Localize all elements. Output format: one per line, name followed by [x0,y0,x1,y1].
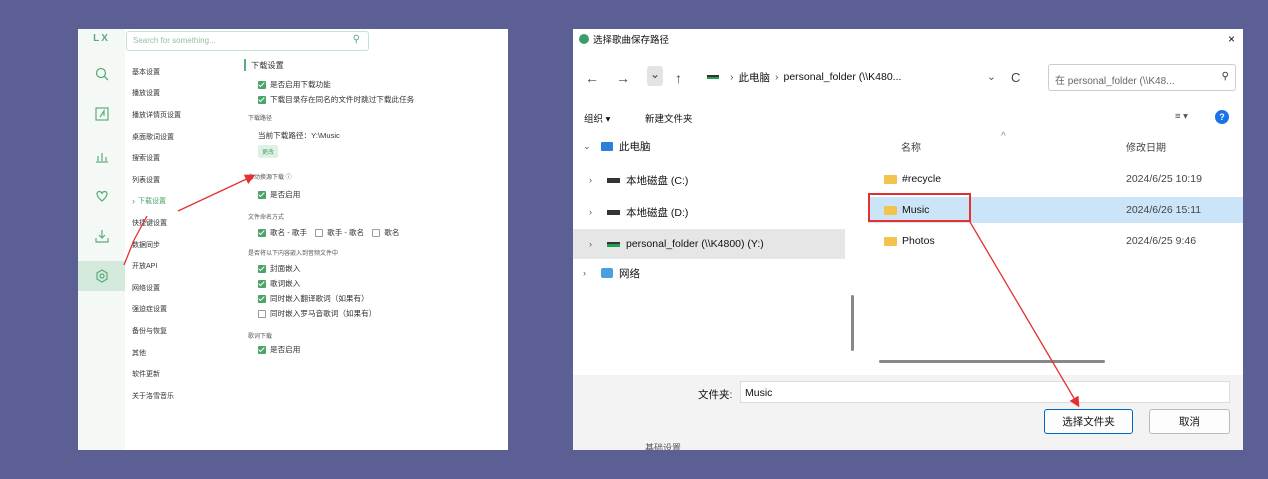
arrow-to-path [177,174,256,212]
arrow-to-download-menu [133,215,148,241]
annotation-arrows [123,174,1080,408]
arrow-from-settings [123,239,135,266]
arrow-to-select-button [969,221,1080,408]
